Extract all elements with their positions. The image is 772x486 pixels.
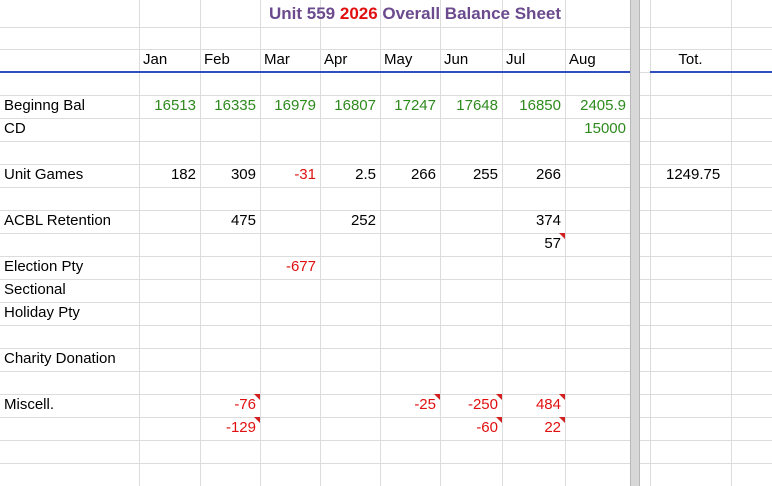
row-label-charity-donation[interactable]: Charity Donation xyxy=(0,348,139,370)
header-jul[interactable]: Jul xyxy=(502,49,565,71)
header-apr[interactable]: Apr xyxy=(320,49,380,71)
sheet-title: Unit 559 2026 Overall Balance Sheet xyxy=(200,1,630,27)
cell-miscell-jul-2[interactable]: 22 xyxy=(502,417,565,439)
row-label-election-pty[interactable]: Election Pty xyxy=(0,256,139,278)
cell-miscell-may-value: -25 xyxy=(414,396,436,413)
pane-splitter[interactable] xyxy=(630,0,640,486)
cell-beginning-bal-mar[interactable]: 16979 xyxy=(260,95,320,117)
cell-unit-games-feb[interactable]: 309 xyxy=(200,164,260,186)
header-total[interactable]: Tot. xyxy=(650,49,731,71)
cell-beginning-bal-feb[interactable]: 16335 xyxy=(200,95,260,117)
row-label-unit-games[interactable]: Unit Games xyxy=(0,164,139,186)
cell-beginning-bal-aug[interactable]: 2405.9 xyxy=(565,95,630,117)
row-label-cd[interactable]: CD xyxy=(0,118,139,140)
title-rest: Overall Balance Sheet xyxy=(382,4,562,23)
spreadsheet-grid: Unit 559 2026 Overall Balance Sheet Jan … xyxy=(0,0,772,486)
comment-indicator-icon xyxy=(254,417,260,423)
cell-acbl-retention-jul-2[interactable]: 57 xyxy=(502,233,565,255)
title-year: 2026 xyxy=(339,4,378,23)
header-underline xyxy=(0,71,630,73)
header-jan[interactable]: Jan xyxy=(139,49,200,71)
grid-row-line xyxy=(0,417,772,418)
header-mar[interactable]: Mar xyxy=(260,49,320,71)
cell-miscell-feb[interactable]: -76 xyxy=(200,394,260,416)
grid-row-line xyxy=(0,187,772,188)
comment-indicator-icon xyxy=(559,417,565,423)
comment-indicator-icon xyxy=(559,394,565,400)
title-unit: Unit 559 xyxy=(268,4,336,23)
grid-row-line xyxy=(0,141,772,142)
cell-miscell-jun-value: -250 xyxy=(467,396,498,413)
cell-beginning-bal-may[interactable]: 17247 xyxy=(380,95,440,117)
cell-unit-games-apr[interactable]: 2.5 xyxy=(320,164,380,186)
header-feb[interactable]: Feb xyxy=(200,49,260,71)
cell-miscell-jul[interactable]: 484 xyxy=(502,394,565,416)
cell-cd-aug[interactable]: 15000 xyxy=(565,118,630,140)
cell-unit-games-jun[interactable]: 255 xyxy=(440,164,502,186)
cell-acbl-retention-apr[interactable]: 252 xyxy=(320,210,380,232)
grid-row-line xyxy=(0,371,772,372)
cell-acbl-retention-jul[interactable]: 374 xyxy=(502,210,565,232)
grid-row-line xyxy=(0,463,772,464)
row-label-holiday-pty[interactable]: Holiday Pty xyxy=(0,302,139,324)
row-label-acbl-retention[interactable]: ACBL Retention xyxy=(0,210,139,232)
cell-miscell-jul-value: 484 xyxy=(535,396,561,413)
header-aug[interactable]: Aug xyxy=(565,49,630,71)
cell-miscell-jun-2[interactable]: -60 xyxy=(440,417,502,439)
grid-row-line xyxy=(0,27,772,28)
comment-indicator-icon xyxy=(559,233,565,239)
cell-unit-games-mar[interactable]: -31 xyxy=(260,164,320,186)
cell-beginning-bal-apr[interactable]: 16807 xyxy=(320,95,380,117)
row-label-beginning-bal[interactable]: Beginng Bal xyxy=(0,95,139,117)
cell-unit-games-may[interactable]: 266 xyxy=(380,164,440,186)
cell-unit-games-total-value: 1249.75 xyxy=(666,166,721,183)
cell-miscell-feb-2[interactable]: -129 xyxy=(200,417,260,439)
header-may[interactable]: May xyxy=(380,49,440,71)
row-label-miscell[interactable]: Miscell. xyxy=(0,394,139,416)
row-label-sectional[interactable]: Sectional xyxy=(0,279,139,301)
cell-election-pty-mar[interactable]: -677 xyxy=(260,256,320,278)
header-jun[interactable]: Jun xyxy=(440,49,502,71)
cell-beginning-bal-jan[interactable]: 16513 xyxy=(139,95,200,117)
cell-beginning-bal-jul[interactable]: 16850 xyxy=(502,95,565,117)
cell-acbl-retention-feb[interactable]: 475 xyxy=(200,210,260,232)
grid-row-line xyxy=(0,233,772,234)
cell-miscell-may[interactable]: -25 xyxy=(380,394,440,416)
header-underline-total xyxy=(650,71,772,73)
grid-row-line xyxy=(0,325,772,326)
cell-beginning-bal-jun[interactable]: 17648 xyxy=(440,95,502,117)
cell-miscell-jun[interactable]: -250 xyxy=(440,394,502,416)
cell-miscell-jun-2-value: -60 xyxy=(476,419,498,436)
cell-unit-games-jul[interactable]: 266 xyxy=(502,164,565,186)
comment-indicator-icon xyxy=(254,394,260,400)
cell-unit-games-jan[interactable]: 182 xyxy=(139,164,200,186)
cell-miscell-feb-value: -76 xyxy=(234,396,256,413)
cell-unit-games-total[interactable]: 1249.75 xyxy=(650,164,731,186)
grid-row-line xyxy=(0,440,772,441)
cell-miscell-feb-2-value: -129 xyxy=(225,419,256,436)
